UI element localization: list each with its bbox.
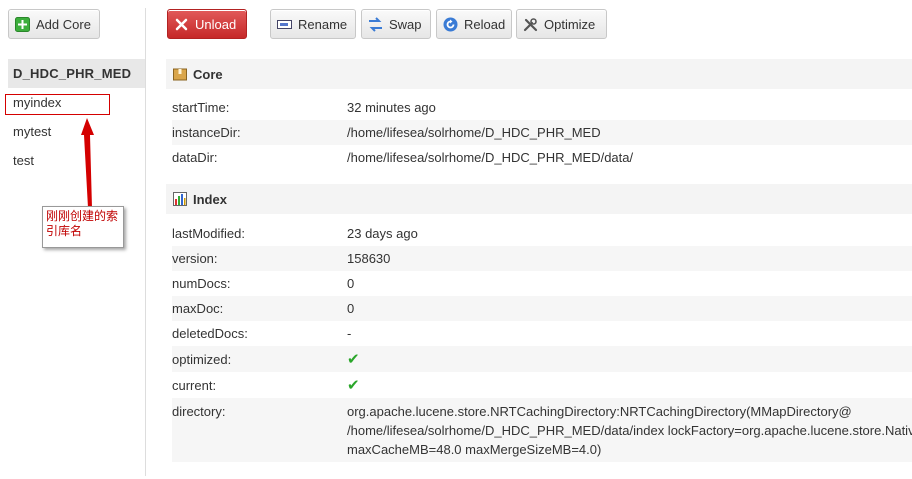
index-row-maxdoc: maxDoc: 0	[172, 296, 912, 321]
core-section-header: Core	[166, 59, 912, 89]
row-key: directory:	[172, 404, 226, 419]
core-row-starttime: startTime: 32 minutes ago	[172, 95, 912, 120]
row-value: 23 days ago	[347, 226, 418, 241]
rename-button[interactable]: Rename	[270, 9, 356, 39]
bar-chart-icon	[173, 192, 187, 206]
optimize-label: Optimize	[544, 16, 596, 32]
core-row-instancedir: instanceDir: /home/lifesea/solrhome/D_HD…	[172, 120, 912, 145]
row-value: -	[347, 326, 352, 341]
rename-label: Rename	[298, 16, 348, 32]
swap-label: Swap	[389, 16, 422, 32]
index-row-version: version: 158630	[172, 246, 912, 271]
row-value: /home/lifesea/solrhome/D_HDC_PHR_MED/dat…	[347, 150, 634, 165]
annotation-arrow	[81, 118, 94, 208]
index-section-header: Index	[166, 184, 912, 214]
row-key: numDocs:	[172, 276, 231, 291]
row-value: /home/lifesea/solrhome/D_HDC_PHR_MED	[347, 125, 601, 140]
unload-button[interactable]: Unload	[167, 9, 247, 39]
directory-line-1: org.apache.lucene.store.NRTCachingDirect…	[347, 404, 852, 419]
directory-line-2: /home/lifesea/solrhome/D_HDC_PHR_MED/dat…	[347, 423, 912, 438]
core-row-datadir: dataDir: /home/lifesea/solrhome/D_HDC_PH…	[172, 145, 912, 170]
annotation-line-1: 刚刚创建的索	[46, 209, 119, 223]
check-icon: ✔	[347, 351, 360, 368]
index-row-numdocs: numDocs: 0	[172, 271, 912, 296]
annotation-line-2: 引库名	[46, 224, 83, 238]
index-row-lastmodified: lastModified: 23 days ago	[172, 221, 912, 246]
wrench-icon	[523, 17, 538, 32]
row-key: version:	[172, 251, 218, 266]
optimize-button[interactable]: Optimize	[516, 9, 607, 39]
unload-label: Unload	[195, 16, 237, 32]
rename-icon	[277, 17, 292, 32]
row-value: 0	[347, 301, 355, 316]
row-key: maxDoc:	[172, 301, 224, 316]
row-key: optimized:	[172, 351, 232, 367]
index-row-current: current: ✔	[172, 372, 912, 398]
reload-label: Reload	[464, 16, 506, 32]
check-icon: ✔	[347, 377, 360, 394]
core-section-title: Core	[193, 66, 223, 82]
row-value: 32 minutes ago	[347, 100, 436, 115]
reload-icon	[443, 17, 458, 32]
row-key: deletedDocs:	[172, 326, 248, 341]
row-key: startTime:	[172, 100, 230, 115]
row-key: current:	[172, 377, 217, 393]
sidebar-divider	[145, 8, 146, 476]
row-key: dataDir:	[172, 150, 218, 165]
index-section-title: Index	[193, 191, 227, 207]
row-key: instanceDir:	[172, 125, 241, 140]
row-key: lastModified:	[172, 226, 245, 241]
annotation-note: 刚刚创建的索 引库名	[42, 206, 124, 248]
close-icon	[174, 17, 189, 32]
index-row-directory: directory: org.apache.lucene.store.NRTCa…	[172, 398, 912, 462]
reload-button[interactable]: Reload	[436, 9, 512, 39]
directory-value: org.apache.lucene.store.NRTCachingDirect…	[347, 402, 912, 462]
swap-button[interactable]: Swap	[361, 9, 431, 39]
package-icon	[173, 67, 187, 81]
row-value: 158630	[347, 251, 391, 266]
row-value: 0	[347, 276, 355, 291]
index-row-deleteddocs: deletedDocs: -	[172, 321, 912, 346]
index-row-optimized: optimized: ✔	[172, 346, 912, 372]
directory-line-3: maxCacheMB=48.0 maxMergeSizeMB=4.0)	[347, 442, 602, 457]
swap-icon	[368, 16, 383, 32]
